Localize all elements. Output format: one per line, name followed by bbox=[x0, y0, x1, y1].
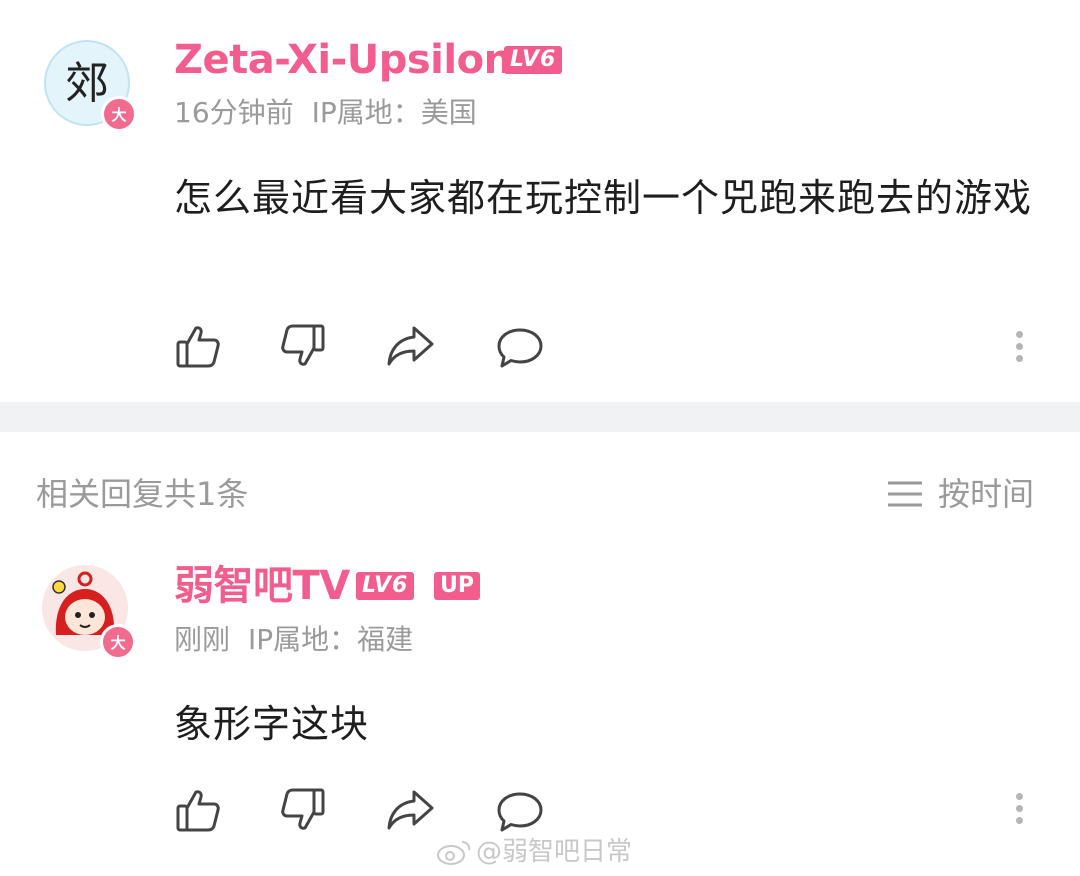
thumbs-up-icon bbox=[176, 326, 220, 368]
watermark: @弱智吧日常 bbox=[436, 838, 632, 866]
reply-meta: 刚刚 IP属地：福建 bbox=[174, 626, 431, 654]
comment-meta: 16分钟前 IP属地：美国 bbox=[174, 99, 495, 127]
ip-location: IP属地：福建 bbox=[248, 623, 414, 656]
more-icon[interactable] bbox=[1016, 326, 1023, 367]
reply-button[interactable] bbox=[495, 790, 545, 834]
thumbs-down-icon bbox=[281, 324, 325, 366]
share-button[interactable] bbox=[386, 324, 436, 368]
share-button[interactable] bbox=[386, 788, 436, 832]
timestamp: 16分钟前 bbox=[174, 96, 294, 129]
list-icon bbox=[888, 481, 922, 507]
sort-label: 按时间 bbox=[938, 475, 1035, 513]
ip-location: IP属地：美国 bbox=[311, 96, 477, 129]
level-badge: LV6 bbox=[504, 46, 563, 74]
weibo-icon bbox=[437, 841, 471, 865]
more-icon[interactable] bbox=[1016, 788, 1023, 829]
dislike-button[interactable] bbox=[279, 322, 327, 370]
username[interactable]: Zeta-Xi-Upsilon bbox=[174, 40, 512, 80]
level-badge: LV6 bbox=[356, 572, 415, 600]
comment-icon bbox=[497, 328, 543, 368]
reply-button[interactable] bbox=[495, 326, 545, 370]
dislike-button[interactable] bbox=[279, 786, 327, 834]
reply-text: 象形字这块 bbox=[174, 702, 370, 746]
reply-username[interactable]: 弱智吧TV bbox=[174, 566, 350, 606]
timestamp: 刚刚 bbox=[174, 623, 231, 656]
up-badge: UP bbox=[434, 572, 480, 600]
comment-icon bbox=[497, 792, 543, 832]
thumbs-down-icon bbox=[281, 788, 325, 830]
like-button[interactable] bbox=[174, 322, 222, 370]
like-button[interactable] bbox=[174, 786, 222, 834]
section-divider bbox=[0, 402, 1080, 432]
svg-text:郊: 郊 bbox=[65, 58, 109, 109]
thumbs-up-icon bbox=[176, 790, 220, 832]
vip-badge: 大 bbox=[101, 96, 137, 132]
vip-badge: 大 bbox=[100, 624, 136, 660]
replies-count-title: 相关回复共1条 bbox=[36, 475, 249, 513]
sort-toggle[interactable]: 按时间 bbox=[886, 478, 1034, 510]
watermark-text: @弱智吧日常 bbox=[476, 837, 633, 867]
share-icon bbox=[387, 326, 434, 366]
comment-text: 怎么最近看大家都在玩控制一个兕跑来跑去的游戏 bbox=[174, 176, 1033, 220]
share-icon bbox=[387, 790, 434, 830]
